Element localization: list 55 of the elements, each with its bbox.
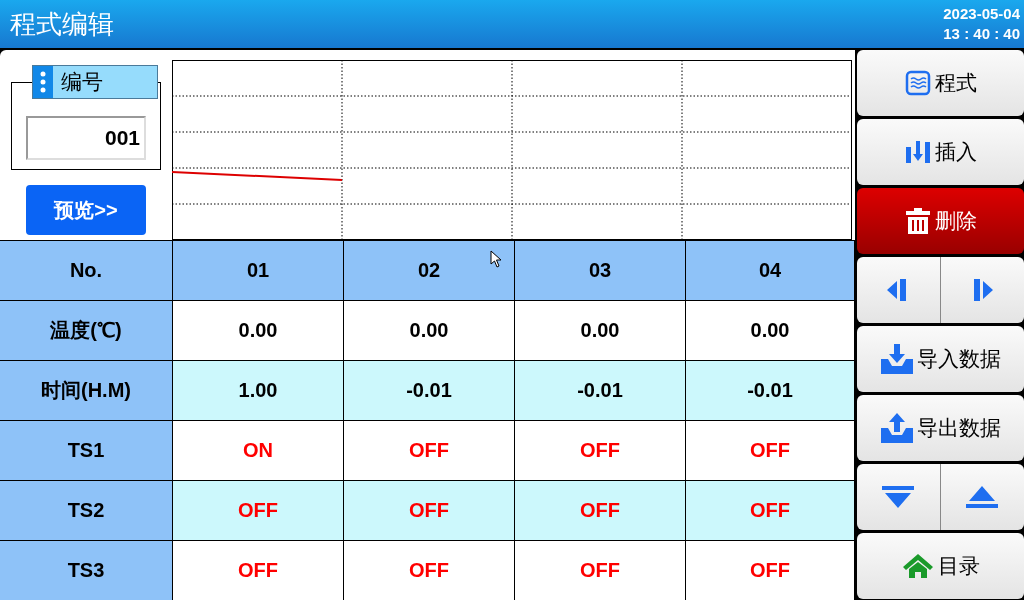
table-cell[interactable]: 0.00 bbox=[686, 300, 855, 360]
number-label: 编号 bbox=[60, 69, 103, 96]
table-cell[interactable]: 0.00 bbox=[173, 300, 344, 360]
table-cell[interactable]: OFF bbox=[344, 540, 515, 600]
table-cell[interactable]: OFF bbox=[344, 480, 515, 540]
time-text: 13 : 40 : 40 bbox=[943, 24, 1020, 44]
screen-title: 程式编辑 bbox=[10, 7, 114, 41]
side-button[interactable]: 删除 bbox=[857, 188, 1024, 254]
move-down-button[interactable] bbox=[857, 464, 941, 530]
side-button[interactable]: 导出数据 bbox=[857, 395, 1024, 461]
row-header: 温度(℃) bbox=[0, 300, 173, 360]
table-cell[interactable]: -0.01 bbox=[515, 360, 686, 420]
table-cell[interactable]: OFF bbox=[686, 540, 855, 600]
waves-icon bbox=[904, 70, 931, 96]
upload-tray-icon bbox=[880, 413, 913, 443]
trash-icon bbox=[904, 207, 931, 235]
table-cell[interactable]: 1.00 bbox=[173, 360, 344, 420]
table-cell[interactable]: 0.00 bbox=[344, 300, 515, 360]
table-cell[interactable]: OFF bbox=[686, 420, 855, 480]
table-cell[interactable]: OFF bbox=[515, 480, 686, 540]
table-cell[interactable]: OFF bbox=[344, 420, 515, 480]
up-arrow-icon bbox=[966, 484, 999, 510]
move-up-button[interactable] bbox=[940, 464, 1024, 530]
table-cell[interactable]: -0.01 bbox=[344, 360, 515, 420]
number-field[interactable]: 001 bbox=[26, 116, 146, 160]
download-tray-icon bbox=[880, 344, 913, 374]
home-icon bbox=[901, 553, 934, 579]
column-header: No. bbox=[0, 240, 173, 300]
column-header: 03 bbox=[515, 240, 686, 300]
side-button[interactable]: 插入 bbox=[857, 119, 1024, 185]
table-cell[interactable]: ON bbox=[173, 420, 344, 480]
table-cell[interactable]: OFF bbox=[173, 540, 344, 600]
preview-button[interactable]: 预览>> bbox=[26, 185, 146, 235]
column-header: 01 bbox=[173, 240, 344, 300]
side-button[interactable]: 目录 bbox=[857, 533, 1024, 599]
table-cell[interactable]: OFF bbox=[515, 420, 686, 480]
date-text: 2023-05-04 bbox=[943, 4, 1020, 24]
insert-down-icon bbox=[904, 139, 931, 165]
row-header: 时间(H.M) bbox=[0, 360, 173, 420]
table-cell[interactable]: 0.00 bbox=[515, 300, 686, 360]
column-header: 04 bbox=[686, 240, 855, 300]
table-cell[interactable]: OFF bbox=[515, 540, 686, 600]
next-button[interactable] bbox=[940, 257, 1024, 323]
previous-button[interactable] bbox=[857, 257, 941, 323]
side-button[interactable]: 导入数据 bbox=[857, 326, 1024, 392]
menu-dots-icon bbox=[33, 66, 53, 98]
row-header: TS1 bbox=[0, 420, 173, 480]
row-header: TS3 bbox=[0, 540, 173, 600]
table-cell[interactable]: -0.01 bbox=[686, 360, 855, 420]
column-header: 02 bbox=[344, 240, 515, 300]
row-header: TS2 bbox=[0, 480, 173, 540]
side-button[interactable]: 程式 bbox=[857, 50, 1024, 116]
table-cell[interactable]: OFF bbox=[686, 480, 855, 540]
down-arrow-icon bbox=[882, 484, 915, 510]
table-cell[interactable]: OFF bbox=[173, 480, 344, 540]
